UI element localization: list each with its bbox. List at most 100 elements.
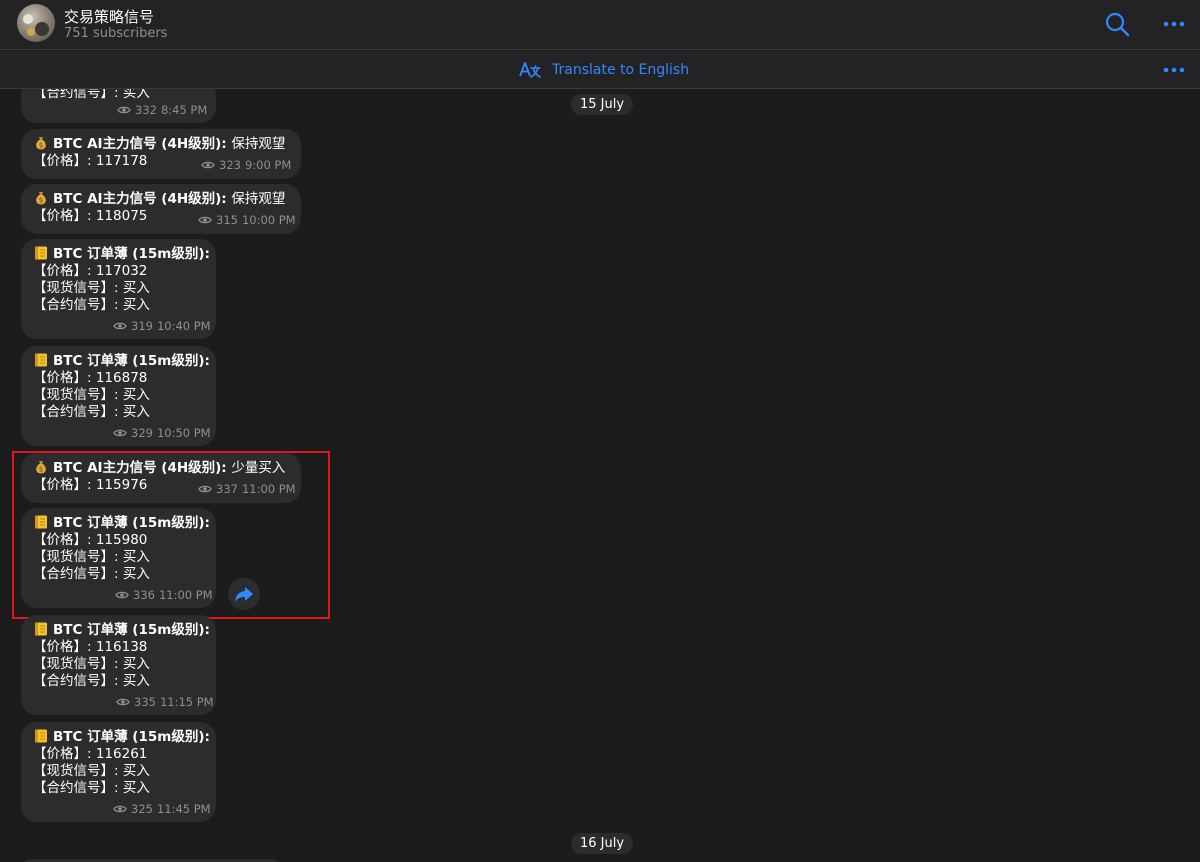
message-bubble[interactable]: 【合约信号】: 买入 332 8:45 PM (21, 89, 216, 123)
view-count: 323 (219, 158, 241, 172)
views-eye-icon (117, 106, 131, 114)
message-time: 8:45 PM (160, 103, 208, 117)
message-meta: 323 9:00 PM (201, 158, 291, 172)
message-meta: 325 11:45 PM (113, 802, 211, 816)
message-title: BTC 订单薄 (15m级别): (33, 728, 210, 746)
message-bubble[interactable]: BTC 订单薄 (15m级别): 【价格】: 117032 【现货信号】: 买入… (21, 239, 216, 339)
message-title: $ BTC AI主力信号 (4H级别): 保持观望 (33, 135, 289, 153)
message-bubble[interactable]: $ BTC AI主力信号 (4H级别): 少量买入 【价格】: 115976 3… (21, 453, 301, 503)
view-count: 329 (131, 426, 153, 440)
view-count: 319 (131, 319, 153, 333)
message-line: 【合约信号】: 买入 (33, 780, 150, 796)
signal-name: BTC 订单薄 (15m级别): (53, 246, 210, 262)
telegram-channel-window: 交易策略信号 751 subscribers Translate to Engl… (0, 0, 1200, 862)
subscriber-count: 751 subscribers (64, 26, 168, 41)
message-bubble[interactable]: BTC 订单薄 (15m级别): 【价格】: 116261 【现货信号】: 买入… (21, 722, 216, 822)
channel-header: 交易策略信号 751 subscribers (0, 0, 1200, 50)
message-line: 【价格】: 116261 (33, 746, 148, 762)
message-bubble[interactable]: $ BTC AI主力信号 (4H级别): 保持观望 【价格】: 118075 3… (21, 184, 301, 234)
forward-button[interactable] (228, 578, 260, 610)
message-bubble[interactable]: BTC 订单薄 (15m级别): 【价格】: 116138 【现货信号】: 买入… (21, 615, 216, 715)
signal-value: 保持观望 (231, 191, 286, 207)
message-meta: 319 10:40 PM (113, 319, 211, 333)
search-icon[interactable] (1104, 11, 1130, 37)
view-count: 337 (216, 482, 238, 496)
message-line: 【现货信号】: 买入 (33, 280, 150, 296)
message-time: 10:40 PM (156, 319, 211, 333)
message-meta: 315 10:00 PM (198, 213, 296, 227)
svg-text:$: $ (39, 142, 43, 150)
message-line: 【合约信号】: 买入 (33, 297, 150, 313)
signal-name: BTC AI主力信号 (4H级别): (53, 191, 232, 207)
signal-name: BTC 订单薄 (15m级别): (53, 622, 210, 638)
channel-title[interactable]: 交易策略信号 (64, 6, 154, 27)
translate-icon (518, 59, 542, 81)
notebook-icon (33, 514, 49, 530)
message-line: 【价格】: 116138 (33, 639, 148, 655)
money-bag-icon: $ (33, 190, 49, 206)
signal-value: 少量买入 (231, 460, 286, 476)
message-list[interactable]: 【合约信号】: 买入 332 8:45 PM 15 July $ BTC AI主… (0, 89, 1200, 862)
translate-more-icon[interactable] (1160, 60, 1188, 80)
signal-name: BTC 订单薄 (15m级别): (53, 729, 210, 745)
message-line: 【现货信号】: 买入 (33, 387, 150, 403)
message-title: $ BTC AI主力信号 (4H级别): 保持观望 (33, 190, 289, 208)
message-meta: 329 10:50 PM (113, 426, 211, 440)
views-eye-icon (198, 216, 212, 224)
message-time: 11:00 PM (241, 482, 296, 496)
message-line: 【合约信号】: 买入 (33, 673, 150, 689)
message-title: BTC 订单薄 (15m级别): (33, 245, 210, 263)
views-eye-icon (198, 485, 212, 493)
signal-name: BTC 订单薄 (15m级别): (53, 515, 210, 531)
message-title: BTC 订单薄 (15m级别): (33, 621, 210, 639)
signal-name: BTC AI主力信号 (4H级别): (53, 136, 232, 152)
view-count: 332 (135, 103, 157, 117)
notebook-icon (33, 621, 49, 637)
message-time: 11:45 PM (156, 802, 211, 816)
date-separator: 15 July (571, 94, 634, 115)
money-bag-icon: $ (33, 135, 49, 151)
views-eye-icon (113, 429, 127, 437)
message-time: 11:00 PM (158, 588, 213, 602)
message-meta: 336 11:00 PM (115, 588, 213, 602)
views-eye-icon (116, 698, 130, 706)
translate-button[interactable]: Translate to English (518, 58, 689, 82)
translate-bar: Translate to English (0, 51, 1200, 89)
message-line: 【合约信号】: 买入 (33, 404, 150, 420)
views-eye-icon (113, 805, 127, 813)
date-separator: 16 July (571, 833, 634, 854)
message-time: 9:00 PM (244, 158, 292, 172)
notebook-icon (33, 245, 49, 261)
forward-arrow-icon (235, 587, 253, 602)
message-bubble[interactable]: BTC 订单薄 (15m级别): 【价格】: 115980 【现货信号】: 买入… (21, 508, 216, 608)
view-count: 325 (131, 802, 153, 816)
view-count: 336 (133, 588, 155, 602)
message-title: BTC 订单薄 (15m级别): (33, 514, 210, 532)
message-line: 【价格】: 117032 (33, 263, 148, 279)
message-line: 【价格】: 116878 (33, 370, 148, 386)
message-title: $ BTC AI主力信号 (4H级别): 少量买入 (33, 459, 289, 477)
views-eye-icon (201, 161, 215, 169)
message-line: 【现货信号】: 买入 (33, 656, 150, 672)
message-meta: 332 8:45 PM (117, 103, 207, 117)
message-meta: 337 11:00 PM (198, 482, 296, 496)
money-bag-icon: $ (33, 459, 49, 475)
signal-value: 保持观望 (231, 136, 286, 152)
notebook-icon (33, 728, 49, 744)
more-icon[interactable] (1160, 14, 1188, 34)
message-title: BTC 订单薄 (15m级别): (33, 352, 210, 370)
channel-avatar[interactable] (17, 4, 55, 42)
translate-label: Translate to English (552, 62, 690, 78)
message-line: 【价格】: 115980 (33, 532, 148, 548)
message-bubble[interactable]: $ BTC AI主力信号 (4H级别): 保持观望 【价格】: 117178 3… (21, 129, 301, 179)
view-count: 335 (134, 695, 156, 709)
message-time: 10:00 PM (241, 213, 296, 227)
message-line: 【现货信号】: 买入 (33, 763, 150, 779)
view-count: 315 (216, 213, 238, 227)
message-bubble[interactable]: BTC 订单薄 (15m级别): 【价格】: 116878 【现货信号】: 买入… (21, 346, 216, 446)
message-time: 11:15 PM (159, 695, 214, 709)
message-line: 【合约信号】: 买入 (33, 566, 150, 582)
message-meta: 335 11:15 PM (116, 695, 214, 709)
views-eye-icon (115, 591, 129, 599)
notebook-icon (33, 352, 49, 368)
